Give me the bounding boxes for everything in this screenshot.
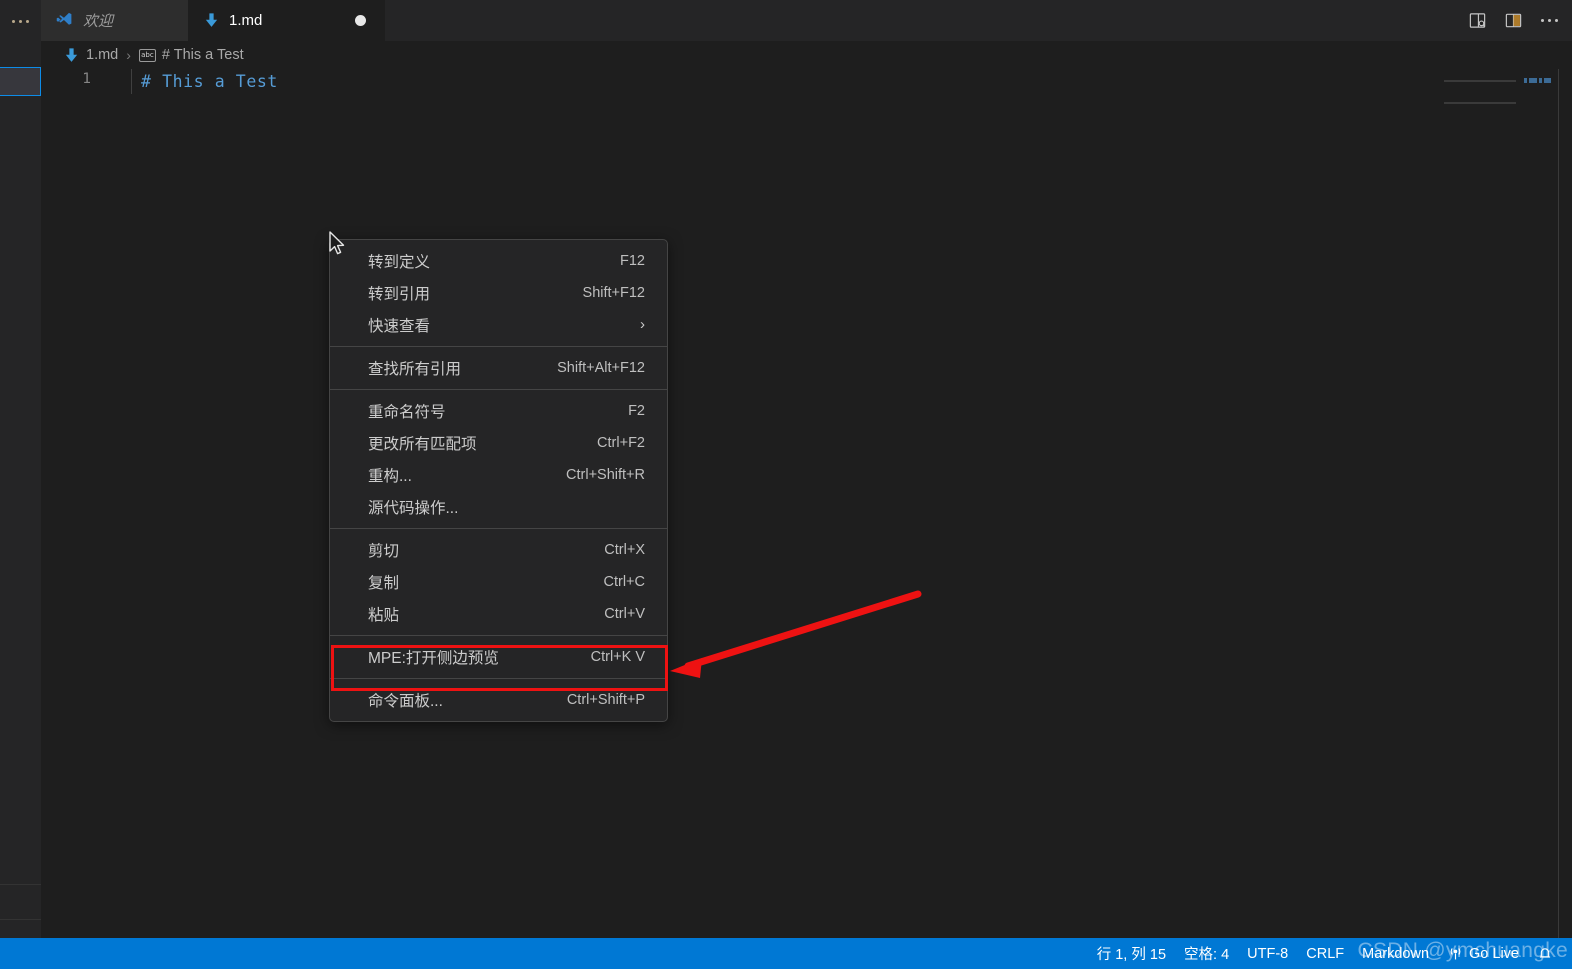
activity-bar-divider-top bbox=[0, 884, 41, 885]
editor-context-menu[interactable]: 转到定义 F12 转到引用 Shift+F12 快速查看 › 查找所有引用 Shift+Alt… bbox=[329, 239, 668, 722]
context-menu-item-shortcut: F2 bbox=[628, 403, 645, 419]
context-menu-item[interactable]: 查找所有引用 Shift+Alt+F12 bbox=[330, 352, 667, 384]
status-language-mode[interactable]: Markdown bbox=[1353, 938, 1438, 969]
activity-bar bbox=[0, 0, 41, 938]
context-menu-item-label: 复制 bbox=[368, 575, 400, 592]
tab-welcome-label: 欢迎 bbox=[83, 13, 114, 30]
annotation-arrow-icon bbox=[670, 590, 922, 678]
status-indentation[interactable]: 空格: 4 bbox=[1175, 938, 1238, 969]
status-eol[interactable]: CRLF bbox=[1297, 938, 1353, 969]
vscode-logo-icon bbox=[56, 12, 72, 25]
ellipsis-icon bbox=[1540, 19, 1558, 22]
context-menu-item-shortcut: Ctrl+K V bbox=[590, 649, 645, 665]
minimap-text-preview bbox=[1524, 78, 1551, 83]
context-menu-item-label: 粘贴 bbox=[368, 607, 400, 624]
breadcrumb-file-label: 1.md bbox=[86, 47, 119, 63]
context-menu-item[interactable]: 快速查看 › bbox=[330, 309, 667, 341]
activity-bar-more-icon[interactable] bbox=[5, 12, 35, 30]
status-go-live[interactable]: Go Live bbox=[1438, 938, 1528, 969]
context-menu-item[interactable]: 转到引用 Shift+F12 bbox=[330, 277, 667, 309]
context-menu-item[interactable]: 重命名符号 F2 bbox=[330, 395, 667, 427]
context-menu-item-shortcut: Ctrl+Shift+R bbox=[566, 467, 645, 483]
context-menu-item[interactable]: 转到定义 F12 bbox=[330, 245, 667, 277]
context-menu-item-label: 转到引用 bbox=[368, 286, 431, 303]
editor-actions bbox=[1460, 0, 1566, 41]
editor-tab-bar: 欢迎 1.md bbox=[41, 0, 1572, 41]
symbol-string-abc-icon: abc bbox=[138, 48, 156, 62]
vscode-window: 欢迎 1.md 1.md › abc # This a Test 1 # Thi… bbox=[0, 0, 1572, 969]
editor-more-actions-button[interactable] bbox=[1532, 4, 1566, 38]
context-menu-item[interactable]: MPE:打开侧边预览 Ctrl+K V bbox=[330, 641, 667, 673]
line-number-1: 1 bbox=[82, 71, 91, 87]
activity-bar-focused-item[interactable] bbox=[0, 67, 41, 96]
breadcrumb-separator-icon: › bbox=[126, 47, 131, 63]
indent-guide bbox=[131, 69, 132, 94]
status-bar: 行 1, 列 15 空格: 4 UTF-8 CRLF Markdown Go L… bbox=[0, 938, 1572, 969]
context-menu-item-label: 命令面板... bbox=[368, 693, 443, 710]
context-menu-separator bbox=[330, 678, 667, 679]
context-menu-item-shortcut: Ctrl+Shift+P bbox=[566, 692, 645, 708]
context-menu-item-shortcut: Ctrl+F2 bbox=[597, 435, 645, 451]
context-menu-separator bbox=[330, 346, 667, 347]
context-menu-item[interactable]: 复制 Ctrl+C bbox=[330, 566, 667, 598]
tab-welcome[interactable]: 欢迎 bbox=[41, 0, 189, 41]
chevron-right-icon: › bbox=[640, 316, 645, 333]
context-menu-item[interactable]: 重构... Ctrl+Shift+R bbox=[330, 459, 667, 491]
context-menu-item-shortcut: F12 bbox=[620, 253, 645, 269]
tab-1-md[interactable]: 1.md bbox=[189, 0, 385, 41]
minimap[interactable] bbox=[1444, 69, 1551, 938]
context-menu-item-label: 查找所有引用 bbox=[368, 361, 462, 378]
context-menu-separator bbox=[330, 389, 667, 390]
text-editor[interactable]: 1 # This a Test bbox=[41, 69, 1572, 938]
context-menu-separator bbox=[330, 635, 667, 636]
code-line-1: # This a Test bbox=[141, 72, 278, 91]
context-menu-item-label: 剪切 bbox=[368, 543, 400, 560]
markdown-down-arrow-icon bbox=[205, 13, 218, 27]
overview-ruler-scrollbar[interactable] bbox=[1558, 69, 1572, 938]
tab-1-md-label: 1.md bbox=[229, 12, 263, 29]
breadcrumb-file[interactable]: 1.md bbox=[63, 47, 118, 64]
context-menu-item[interactable]: 粘贴 Ctrl+V bbox=[330, 598, 667, 630]
activity-bar-divider-bottom bbox=[0, 919, 41, 920]
context-menu-item-shortcut: Ctrl+X bbox=[604, 542, 645, 558]
open-preview-to-the-side-button[interactable] bbox=[1460, 4, 1494, 38]
breadcrumb-symbol[interactable]: abc # This a Test bbox=[138, 47, 244, 63]
minimap-slider-line-top bbox=[1444, 80, 1516, 82]
minimap-slider-line-bottom bbox=[1444, 102, 1516, 104]
breadcrumb-symbol-label: # This a Test bbox=[161, 47, 244, 63]
context-menu-item[interactable]: 更改所有匹配项 Ctrl+F2 bbox=[330, 427, 667, 459]
context-menu-item-label: 重命名符号 bbox=[368, 404, 446, 421]
breadcrumb: 1.md › abc # This a Test bbox=[41, 41, 1572, 69]
line-number-gutter: 1 bbox=[41, 69, 107, 938]
mouse-pointer-icon bbox=[329, 231, 345, 255]
context-menu-item-shortcut: Shift+Alt+F12 bbox=[557, 360, 645, 376]
context-menu-item-label: 转到定义 bbox=[368, 254, 431, 271]
context-menu-item[interactable]: 命令面板... Ctrl+Shift+P bbox=[330, 684, 667, 716]
context-menu-item-shortcut: Ctrl+C bbox=[603, 574, 646, 590]
code-content[interactable]: # This a Test bbox=[131, 69, 1442, 938]
context-menu-item-label: 更改所有匹配项 bbox=[368, 436, 477, 453]
status-go-live-label: Go Live bbox=[1469, 945, 1519, 962]
status-cursor-position[interactable]: 行 1, 列 15 bbox=[1088, 938, 1175, 969]
context-menu-separator bbox=[330, 528, 667, 529]
notifications-bell-icon bbox=[1539, 948, 1551, 958]
split-editor-right-button[interactable] bbox=[1496, 4, 1530, 38]
context-menu-item-label: MPE:打开侧边预览 bbox=[368, 650, 499, 667]
status-encoding[interactable]: UTF-8 bbox=[1238, 938, 1297, 969]
context-menu-item[interactable]: 剪切 Ctrl+X bbox=[330, 534, 667, 566]
markdown-down-arrow-icon bbox=[65, 47, 78, 62]
context-menu-item-shortcut: Shift+F12 bbox=[582, 285, 645, 301]
context-menu-item-label: 快速查看 bbox=[368, 318, 431, 335]
tab-dirty-indicator-icon[interactable] bbox=[355, 14, 366, 26]
broadcast-icon bbox=[1450, 948, 1461, 960]
context-menu-item-label: 重构... bbox=[368, 468, 412, 485]
context-menu-item-label: 源代码操作... bbox=[368, 500, 459, 517]
context-menu-item-shortcut: Ctrl+V bbox=[604, 606, 645, 622]
context-menu-item[interactable]: 源代码操作... bbox=[330, 491, 667, 523]
status-notifications[interactable] bbox=[1528, 938, 1562, 969]
